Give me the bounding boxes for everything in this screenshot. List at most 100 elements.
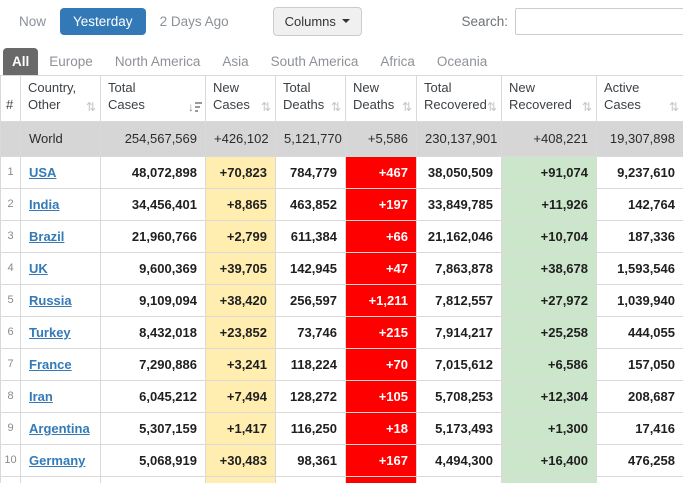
- country-cell: Argentina: [21, 412, 101, 444]
- rank-cell: 5: [1, 284, 21, 316]
- table-row: 9 Argentina 5,307,159 +1,417 116,250 +18…: [1, 412, 683, 444]
- new-recovered-cell: +408,221: [502, 121, 597, 156]
- total-recovered-cell: 230,137,901: [417, 121, 502, 156]
- new-deaths-cell: +5,586: [346, 121, 417, 156]
- columns-button[interactable]: Columns: [273, 7, 362, 36]
- country-link[interactable]: France: [29, 357, 72, 372]
- search-input[interactable]: [515, 8, 683, 35]
- region-tab-europe[interactable]: Europe: [38, 48, 104, 75]
- header-total-recovered[interactable]: Total Recovered ⇅: [417, 76, 502, 122]
- country-link[interactable]: Turkey: [29, 325, 71, 340]
- country-link[interactable]: Brazil: [29, 229, 64, 244]
- table-row: 2 India 34,456,401 +8,865 463,852 +197 3…: [1, 188, 683, 220]
- tab-now[interactable]: Now: [13, 8, 52, 35]
- new-cases-cell: +70,823: [206, 156, 276, 188]
- region-tab-africa[interactable]: Africa: [369, 48, 426, 75]
- header-total-recovered-line2: Recovered: [424, 97, 487, 112]
- table-row: 6 Turkey 8,432,018 +23,852 73,746 +215 7…: [1, 316, 683, 348]
- active-cases-cell: 476,258: [597, 444, 683, 476]
- new-cases-cell: +8,865: [206, 188, 276, 220]
- header-country-line2: Other: [28, 97, 61, 112]
- header-active-cases-line1: Active: [604, 80, 639, 95]
- total-cases-cell: [101, 476, 206, 483]
- header-row: # Country, Other ⇅ Total Cases ↓ New Cas…: [1, 76, 683, 122]
- header-new-cases-line1: New: [213, 80, 239, 95]
- new-deaths-cell: +47: [346, 252, 417, 284]
- country-link[interactable]: India: [29, 197, 59, 212]
- country-link[interactable]: Argentina: [29, 421, 90, 436]
- country-cell: Germany: [21, 444, 101, 476]
- header-new-recovered[interactable]: New Recovered ⇅: [502, 76, 597, 122]
- header-total-deaths-line1: Total: [283, 80, 310, 95]
- region-tab-north-america[interactable]: North America: [104, 48, 212, 75]
- total-recovered-cell: 21,162,046: [417, 220, 502, 252]
- country-link[interactable]: USA: [29, 165, 56, 180]
- country-link[interactable]: UK: [29, 261, 48, 276]
- total-recovered-cell: 7,914,217: [417, 316, 502, 348]
- new-cases-cell: [206, 476, 276, 483]
- new-deaths-cell: +105: [346, 380, 417, 412]
- search-area: Search:: [461, 8, 683, 35]
- country-cell: Russia: [21, 284, 101, 316]
- new-recovered-cell: +10,704: [502, 220, 597, 252]
- table-row: 5 Russia 9,109,094 +38,420 256,597 +1,21…: [1, 284, 683, 316]
- total-deaths-cell: 118,224: [276, 348, 346, 380]
- header-rank[interactable]: #: [1, 76, 21, 122]
- covid-stats-table: # Country, Other ⇅ Total Cases ↓ New Cas…: [0, 75, 683, 483]
- new-cases-cell: +2,799: [206, 220, 276, 252]
- active-cases-cell: 157,050: [597, 348, 683, 380]
- header-new-cases-line2: Cases: [213, 97, 250, 112]
- total-cases-cell: 7,290,886: [101, 348, 206, 380]
- total-recovered-cell: 4,494,300: [417, 444, 502, 476]
- country-link[interactable]: Germany: [29, 453, 85, 468]
- new-recovered-cell: +91,074: [502, 156, 597, 188]
- total-deaths-cell: 142,945: [276, 252, 346, 284]
- rank-cell: 1: [1, 156, 21, 188]
- new-recovered-cell: +11,926: [502, 188, 597, 220]
- topbar: Now Yesterday 2 Days Ago Columns Search:: [0, 0, 683, 42]
- region-tab-all[interactable]: All: [3, 48, 38, 75]
- new-recovered-cell: +6,586: [502, 348, 597, 380]
- new-recovered-cell: +1,300: [502, 412, 597, 444]
- rank-cell: 9: [1, 412, 21, 444]
- sort-both-icon: ⇅: [402, 101, 412, 113]
- header-total-deaths[interactable]: Total Deaths ⇅: [276, 76, 346, 122]
- header-total-recovered-line1: Total: [424, 80, 451, 95]
- country-cell: Iran: [21, 380, 101, 412]
- rank-cell: 7: [1, 348, 21, 380]
- header-new-deaths-line1: New: [353, 80, 379, 95]
- header-total-deaths-line2: Deaths: [283, 97, 324, 112]
- header-new-deaths-line2: Deaths: [353, 97, 394, 112]
- rank-cell: 4: [1, 252, 21, 284]
- header-country[interactable]: Country, Other ⇅: [21, 76, 101, 122]
- header-new-deaths[interactable]: New Deaths ⇅: [346, 76, 417, 122]
- table-row-partial: [1, 476, 683, 483]
- country-cell: France: [21, 348, 101, 380]
- country-link[interactable]: Russia: [29, 293, 72, 308]
- header-country-line1: Country,: [28, 80, 76, 95]
- total-cases-cell: 48,072,898: [101, 156, 206, 188]
- country-cell: Turkey: [21, 316, 101, 348]
- header-new-cases[interactable]: New Cases ⇅: [206, 76, 276, 122]
- rank-cell: 6: [1, 316, 21, 348]
- header-active-cases-line2: Cases: [604, 97, 641, 112]
- tab-yesterday[interactable]: Yesterday: [60, 8, 146, 35]
- active-cases-cell: 208,687: [597, 380, 683, 412]
- new-cases-cell: +1,417: [206, 412, 276, 444]
- total-cases-cell: 8,432,018: [101, 316, 206, 348]
- new-cases-cell: +38,420: [206, 284, 276, 316]
- country-link[interactable]: Iran: [29, 389, 53, 404]
- header-total-cases[interactable]: Total Cases ↓: [101, 76, 206, 122]
- region-tab-south-america[interactable]: South America: [260, 48, 370, 75]
- region-tab-asia[interactable]: Asia: [211, 48, 259, 75]
- total-deaths-cell: 256,597: [276, 284, 346, 316]
- country-cell: UK: [21, 252, 101, 284]
- rank-cell: [1, 121, 21, 156]
- header-active-cases[interactable]: Active Cases ⇅: [597, 76, 683, 122]
- region-tab-oceania[interactable]: Oceania: [426, 48, 498, 75]
- new-recovered-cell: +16,400: [502, 444, 597, 476]
- tab-2-days-ago[interactable]: 2 Days Ago: [154, 8, 235, 35]
- new-deaths-cell: +1,211: [346, 284, 417, 316]
- search-label: Search:: [461, 14, 508, 29]
- new-recovered-cell: [502, 476, 597, 483]
